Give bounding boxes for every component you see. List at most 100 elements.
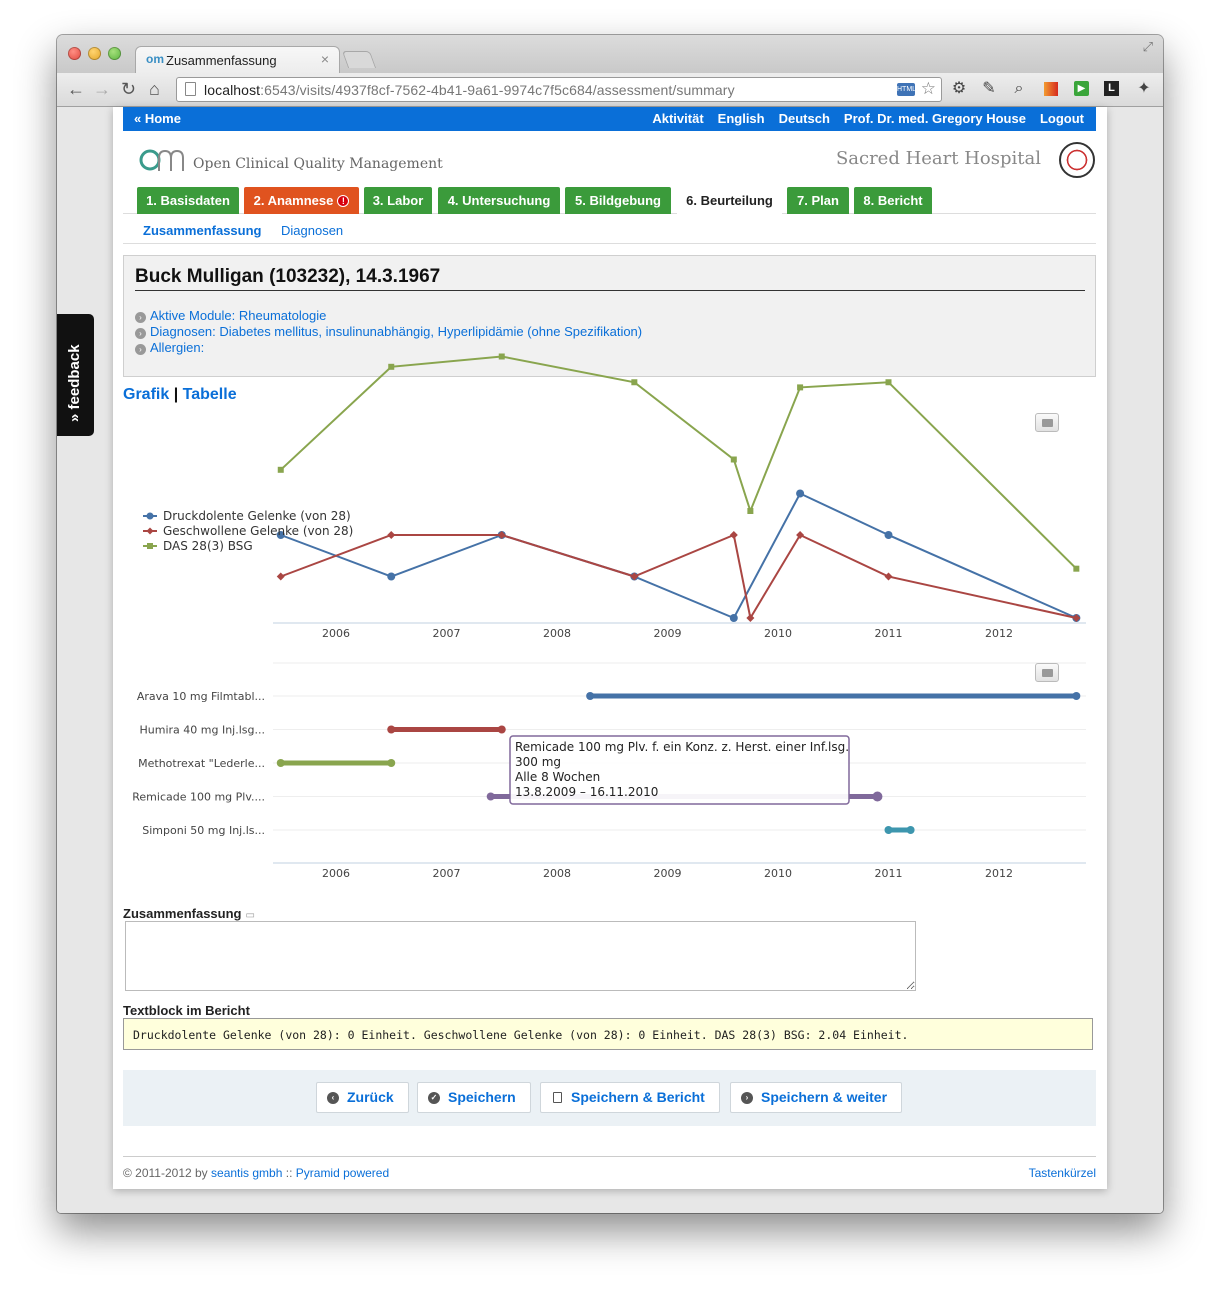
data-point (729, 531, 738, 539)
tab-close-icon[interactable]: × (321, 51, 329, 67)
red-extension-icon[interactable] (1042, 80, 1060, 98)
clipboard-icon (553, 1092, 562, 1103)
x-tick-label: 2012 (985, 627, 1013, 640)
x-tick-label: 2011 (875, 627, 903, 640)
tab-bar: om Zusammenfassung × ⤢ (57, 35, 1163, 73)
back-button[interactable]: ‹ Zurück (316, 1082, 409, 1113)
check-icon: ✓ (428, 1092, 440, 1104)
x-tick-label: 2007 (433, 627, 461, 640)
summary-label: Zusammenfassung ▭ (123, 906, 255, 921)
action-bar: ‹ Zurück ✓ Speichern Speichern & Bericht ›… (123, 1070, 1096, 1126)
arrow-left-icon: ‹ (327, 1092, 339, 1104)
magnifier-icon[interactable]: ⌕ (1010, 80, 1028, 98)
data-point (277, 466, 284, 473)
series-line (280, 492, 1077, 620)
play-extension-icon[interactable]: ▶ (1073, 80, 1091, 98)
data-point (498, 353, 505, 360)
footer-credits: © 2011-2012 by seantis gmbh :: Pyramid p… (123, 1166, 390, 1180)
textblock-label: Textblock im Bericht (123, 1003, 250, 1018)
page-viewport: » feedback « Home Aktivität English Deutsc… (57, 107, 1163, 1213)
data-point (1073, 565, 1080, 572)
category-label: Humira 40 mg Inj.lsg... (140, 724, 266, 737)
home-icon[interactable]: ⌂ (149, 79, 160, 100)
category-label: Remicade 100 mg Plv.... (132, 791, 265, 804)
charts-area: 2006 2007 2008 2009 2010 2011 2012 Druckdolente… (132, 353, 1086, 880)
data-point (388, 363, 395, 370)
legend-marker (147, 543, 153, 549)
save-button[interactable]: ✓ Speichern (417, 1082, 531, 1113)
minimize-window-button[interactable] (88, 47, 101, 60)
gear-icon[interactable]: ⚙ (950, 80, 968, 98)
tooltip-line: 13.8.2009 – 16.11.2010 (515, 785, 658, 799)
legend-marker (146, 527, 154, 535)
medication-start (387, 725, 396, 734)
address-bar[interactable]: localhost:6543/visits/4937f8cf-7562-4b41… (176, 77, 942, 102)
data-point (631, 379, 638, 386)
pyramid-link[interactable]: Pyramid powered (296, 1166, 389, 1180)
data-point (729, 614, 738, 622)
x-tick-label: 2007 (433, 867, 461, 880)
data-point (884, 531, 893, 539)
note-icon: ▭ (245, 910, 255, 921)
company-link[interactable]: seantis gmbh (211, 1166, 282, 1180)
x-tick-label: 2006 (322, 627, 350, 640)
medication-start (276, 759, 285, 767)
reload-icon[interactable]: ↻ (121, 79, 136, 100)
browser-window: om Zusammenfassung × ⤢ ← → ↻ ⌂ localhost… (57, 35, 1163, 1213)
data-point (730, 456, 737, 463)
tab-title: Zusammenfassung (166, 53, 277, 68)
data-point (796, 489, 805, 498)
medication-end (906, 826, 915, 834)
arrow-right-icon: › (741, 1092, 753, 1104)
app-page: « Home Aktivität English Deutsch Prof. Dr. … (113, 107, 1107, 1189)
html5-badge-icon: HTML (897, 83, 916, 96)
fullscreen-icon[interactable]: ⤢ (1143, 39, 1153, 55)
feedback-tab[interactable]: » feedback (57, 314, 94, 436)
data-point (884, 572, 893, 581)
new-tab-button[interactable] (341, 51, 377, 68)
medication-end (1072, 692, 1081, 700)
data-point (387, 572, 396, 581)
browser-tab[interactable]: om Zusammenfassung × (135, 46, 340, 73)
printer-icon (1042, 419, 1053, 427)
x-tick-label: 2010 (764, 627, 792, 640)
address-url: localhost:6543/visits/4937f8cf-7562-4b41… (204, 82, 735, 98)
x-tick-label: 2010 (764, 867, 792, 880)
legend-label: Druckdolente Gelenke (von 28) (163, 509, 351, 523)
favicon-icon: om (146, 52, 164, 66)
tooltip-line: Alle 8 Wochen (515, 770, 600, 784)
wrench-icon[interactable]: ✎ (980, 80, 998, 98)
save-and-continue-button[interactable]: › Speichern & weiter (730, 1082, 903, 1113)
forward-icon[interactable]: → (93, 79, 111, 100)
zoom-window-button[interactable] (108, 47, 121, 60)
data-point (276, 572, 285, 581)
data-point (885, 379, 892, 386)
settings-wrench-icon[interactable]: ✦ (1135, 80, 1153, 98)
series-line (280, 533, 1077, 621)
data-point (387, 531, 396, 539)
x-tick-label: 2009 (654, 867, 682, 880)
star-icon[interactable]: ☆ (921, 79, 936, 99)
tooltip-line: 300 mg (515, 755, 561, 769)
footer-divider (123, 1156, 1096, 1157)
x-tick-label: 2006 (322, 867, 350, 880)
print-chart-1-button[interactable] (1035, 413, 1059, 432)
page-icon (185, 82, 196, 96)
l-extension-icon[interactable]: L (1103, 80, 1121, 98)
x-tick-label: 2009 (654, 627, 682, 640)
medication-start (884, 826, 893, 834)
category-label: Simponi 50 mg Inj.ls... (142, 824, 265, 837)
shortcuts-link[interactable]: Tastenkürzel (1029, 1166, 1096, 1180)
print-chart-2-button[interactable] (1035, 663, 1059, 682)
save-and-report-button[interactable]: Speichern & Bericht (540, 1082, 720, 1113)
medication-end (872, 791, 883, 802)
back-icon[interactable]: ← (67, 79, 85, 100)
remicade-tooltip: Remicade 100 mg Plv. f. ein Konz. z. Her… (509, 735, 850, 805)
category-label: Arava 10 mg Filmtabl... (137, 690, 265, 703)
close-window-button[interactable] (68, 47, 81, 60)
legend-label: Geschwollene Gelenke (von 28) (163, 524, 353, 538)
x-tick-label: 2008 (543, 627, 571, 640)
x-tick-label: 2011 (875, 867, 903, 880)
summary-textarea[interactable] (125, 921, 916, 991)
printer-icon (1042, 669, 1053, 677)
